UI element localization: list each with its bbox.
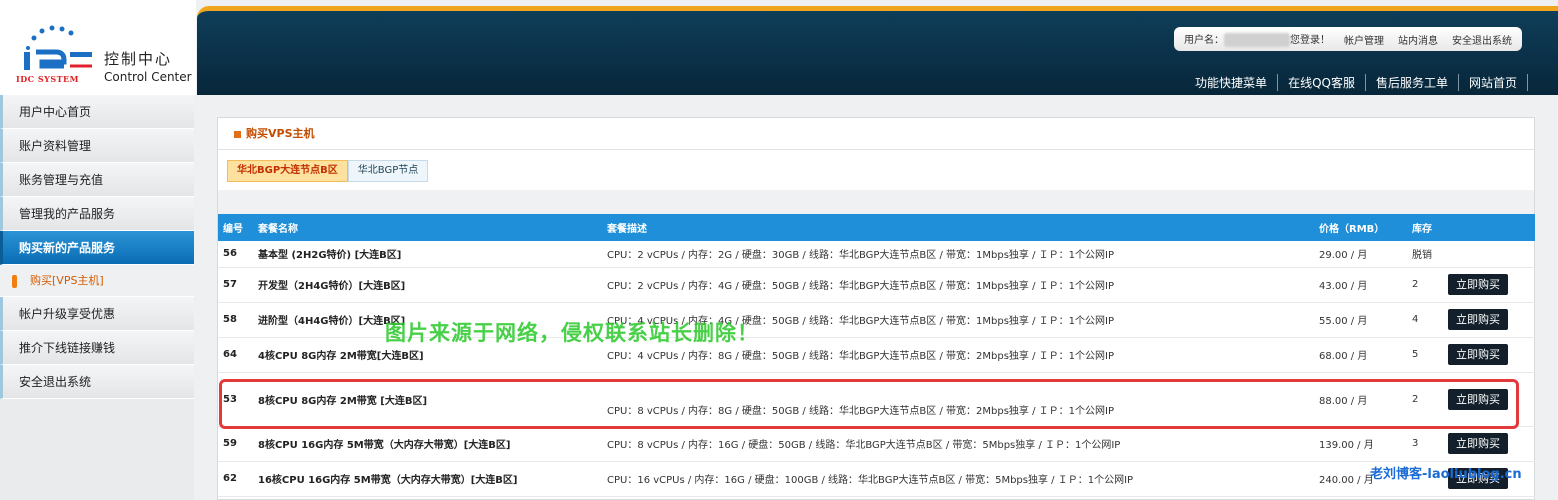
plan-action: 立即购买 <box>1443 337 1535 373</box>
plan-stock: 4 <box>1407 302 1443 338</box>
sidebar: 用户中心首页 账户资料管理 账务管理与充值 管理我的产品服务 购买新的产品服务 … <box>0 95 194 500</box>
plan-id: 64 <box>218 337 253 373</box>
logo-mark-text: IDC SYSTEM <box>16 74 80 84</box>
buy-now-button[interactable]: 立即购买 <box>1448 344 1508 365</box>
plan-name: 基本型 (2H2G特价) [大连B区] <box>253 241 602 268</box>
nav-home[interactable]: 网站首页 <box>1459 74 1528 91</box>
active-marker-icon <box>12 275 17 288</box>
logo: IDC SYSTEM 控制中心 Control Center <box>0 0 196 95</box>
region-tabs: 华北BGP大连节点B区 华北BGP节点 <box>227 160 429 182</box>
sidebar-subitem-label: 购买[VPS主机] <box>30 274 104 287</box>
account-link[interactable]: 帐户管理 <box>1344 32 1384 47</box>
col-name: 套餐名称 <box>258 224 298 235</box>
plan-desc: CPU：2 vCPUs / 内存：2G / 硬盘：30GB / 线路：华北BGP… <box>602 241 1314 268</box>
plan-id: 57 <box>218 267 253 303</box>
sidebar-item-buy-products[interactable]: 购买新的产品服务 <box>0 231 194 265</box>
toolbar-spacer <box>218 190 1534 214</box>
sidebar-item-profile[interactable]: 账户资料管理 <box>0 129 194 163</box>
panel-title: 购买VPS主机 <box>218 118 1534 150</box>
idc-system-logo-icon <box>24 25 92 70</box>
logo-title-cn: 控制中心 <box>104 50 173 68</box>
nav-qq-support[interactable]: 在线QQ客服 <box>1278 74 1366 91</box>
tab-north-bgp[interactable]: 华北BGP节点 <box>347 160 429 182</box>
username-redacted <box>1224 33 1290 47</box>
messages-link[interactable]: 站内消息 <box>1398 32 1438 47</box>
plans-table: 编号 套餐名称 套餐描述 价格（RMB） 库存 56 基本型 (2H2G特价) … <box>218 214 1535 497</box>
header-bar: 用户名： 您登录！ 帐户管理 站内消息 安全退出系统 功能快捷菜单 在线QQ客服 … <box>197 6 1558 95</box>
buy-now-button[interactable]: 立即购买 <box>1448 433 1508 454</box>
plan-name: 开发型（2H4G特价）[大连B区] <box>253 267 602 303</box>
plan-stock: 5 <box>1407 337 1443 373</box>
plan-action: 立即购买 <box>1443 372 1535 427</box>
plan-id: 59 <box>218 426 253 462</box>
plan-price: 43.00 / 月 <box>1314 267 1407 303</box>
plan-name: 8核CPU 16G内存 5M带宽（大内存大带宽）[大连B区] <box>253 426 602 462</box>
table-row: 56 基本型 (2H2G特价) [大连B区] CPU：2 vCPUs / 内存：… <box>218 241 1535 268</box>
main-panel: 购买VPS主机 华北BGP大连节点B区 华北BGP节点 编号 套餐名称 套餐描述… <box>217 117 1535 500</box>
table-row-highlighted: 53 8核CPU 8G内存 2M带宽 [大连B区] CPU：8 vCPUs / … <box>218 372 1535 427</box>
table-row: 57 开发型（2H4G特价）[大连B区] CPU：2 vCPUs / 内存：4G… <box>218 267 1535 303</box>
plan-price: 55.00 / 月 <box>1314 302 1407 338</box>
buy-now-button[interactable]: 立即购买 <box>1448 309 1508 330</box>
plan-name: 8核CPU 8G内存 2M带宽 [大连B区] <box>253 372 602 427</box>
buy-now-button[interactable]: 立即购买 <box>1448 274 1508 295</box>
plan-id: 56 <box>218 241 253 268</box>
plan-price: 29.00 / 月 <box>1314 241 1407 268</box>
col-desc: 套餐描述 <box>607 224 647 235</box>
plan-stock: 2 <box>1407 372 1443 427</box>
watermark-text: 图片来源于网络，侵权联系站长删除！ <box>385 321 759 345</box>
user-greeting: 用户名： 您登录！ <box>1184 33 1330 47</box>
plan-stock: 脱销 <box>1407 241 1443 268</box>
col-price: 价格（RMB） <box>1319 224 1385 235</box>
logo-title-en: Control Center <box>104 70 192 84</box>
table-row: 59 8核CPU 16G内存 5M带宽（大内存大带宽）[大连B区] CPU：8 … <box>218 426 1535 462</box>
col-id: 编号 <box>223 224 243 235</box>
plan-id: 53 <box>218 372 253 427</box>
plan-desc: CPU：8 vCPUs / 内存：8G / 硬盘：50GB / 线路：华北BGP… <box>602 372 1314 427</box>
sidebar-item-my-products[interactable]: 管理我的产品服务 <box>0 197 194 231</box>
plan-desc: CPU：8 vCPUs / 内存：16G / 硬盘：50GB / 线路：华北BG… <box>602 426 1314 462</box>
sidebar-item-logout[interactable]: 安全退出系统 <box>0 365 194 399</box>
plan-price: 68.00 / 月 <box>1314 337 1407 373</box>
plan-action <box>1443 241 1535 268</box>
buy-now-button[interactable]: 立即购买 <box>1448 388 1508 410</box>
sidebar-subitem-buy-vps[interactable]: 购买[VPS主机] <box>0 265 194 297</box>
nav-quick-menu[interactable]: 功能快捷菜单 <box>1185 74 1279 91</box>
plan-action: 立即购买 <box>1443 426 1535 462</box>
sidebar-item-upgrade[interactable]: 帐户升级享受优惠 <box>0 297 194 331</box>
plan-stock: 2 <box>1407 267 1443 303</box>
plan-id: 58 <box>218 302 253 338</box>
tab-dalian-b[interactable]: 华北BGP大连节点B区 <box>227 160 348 182</box>
user-info-box: 用户名： 您登录！ 帐户管理 站内消息 安全退出系统 <box>1174 27 1522 51</box>
plan-desc: CPU：2 vCPUs / 内存：4G / 硬盘：50GB / 线路：华北BGP… <box>602 267 1314 303</box>
top-nav: 功能快捷菜单 在线QQ客服 售后服务工单 网站首页 <box>1185 74 1528 91</box>
table-header-row: 编号 套餐名称 套餐描述 价格（RMB） 库存 <box>218 214 1535 241</box>
col-stock: 库存 <box>1412 224 1432 235</box>
plan-price: 88.00 / 月 <box>1314 372 1407 427</box>
plan-stock: 3 <box>1407 426 1443 462</box>
plan-desc: CPU：16 vCPUs / 内存：16G / 硬盘：100GB / 线路：华北… <box>602 461 1314 497</box>
brand-watermark: 老刘博客-laoliublog.cn <box>1370 467 1522 482</box>
col-action <box>1443 214 1535 241</box>
nav-ticket[interactable]: 售后服务工单 <box>1366 74 1459 91</box>
plan-name: 16核CPU 16G内存 5M带宽（大内存大带宽）[大连B区] <box>253 461 602 497</box>
plan-action: 立即购买 <box>1443 267 1535 303</box>
table-row: 62 16核CPU 16G内存 5M带宽（大内存大带宽）[大连B区] CPU：1… <box>218 461 1535 497</box>
sidebar-item-referral[interactable]: 推介下线链接赚钱 <box>0 331 194 365</box>
sidebar-item-billing[interactable]: 账务管理与充值 <box>0 163 194 197</box>
plan-id: 62 <box>218 461 253 497</box>
sidebar-item-home[interactable]: 用户中心首页 <box>0 95 194 129</box>
plan-action: 立即购买 <box>1443 302 1535 338</box>
logout-link[interactable]: 安全退出系统 <box>1452 32 1512 47</box>
title-square-icon <box>234 130 241 138</box>
plan-price: 139.00 / 月 <box>1314 426 1407 462</box>
